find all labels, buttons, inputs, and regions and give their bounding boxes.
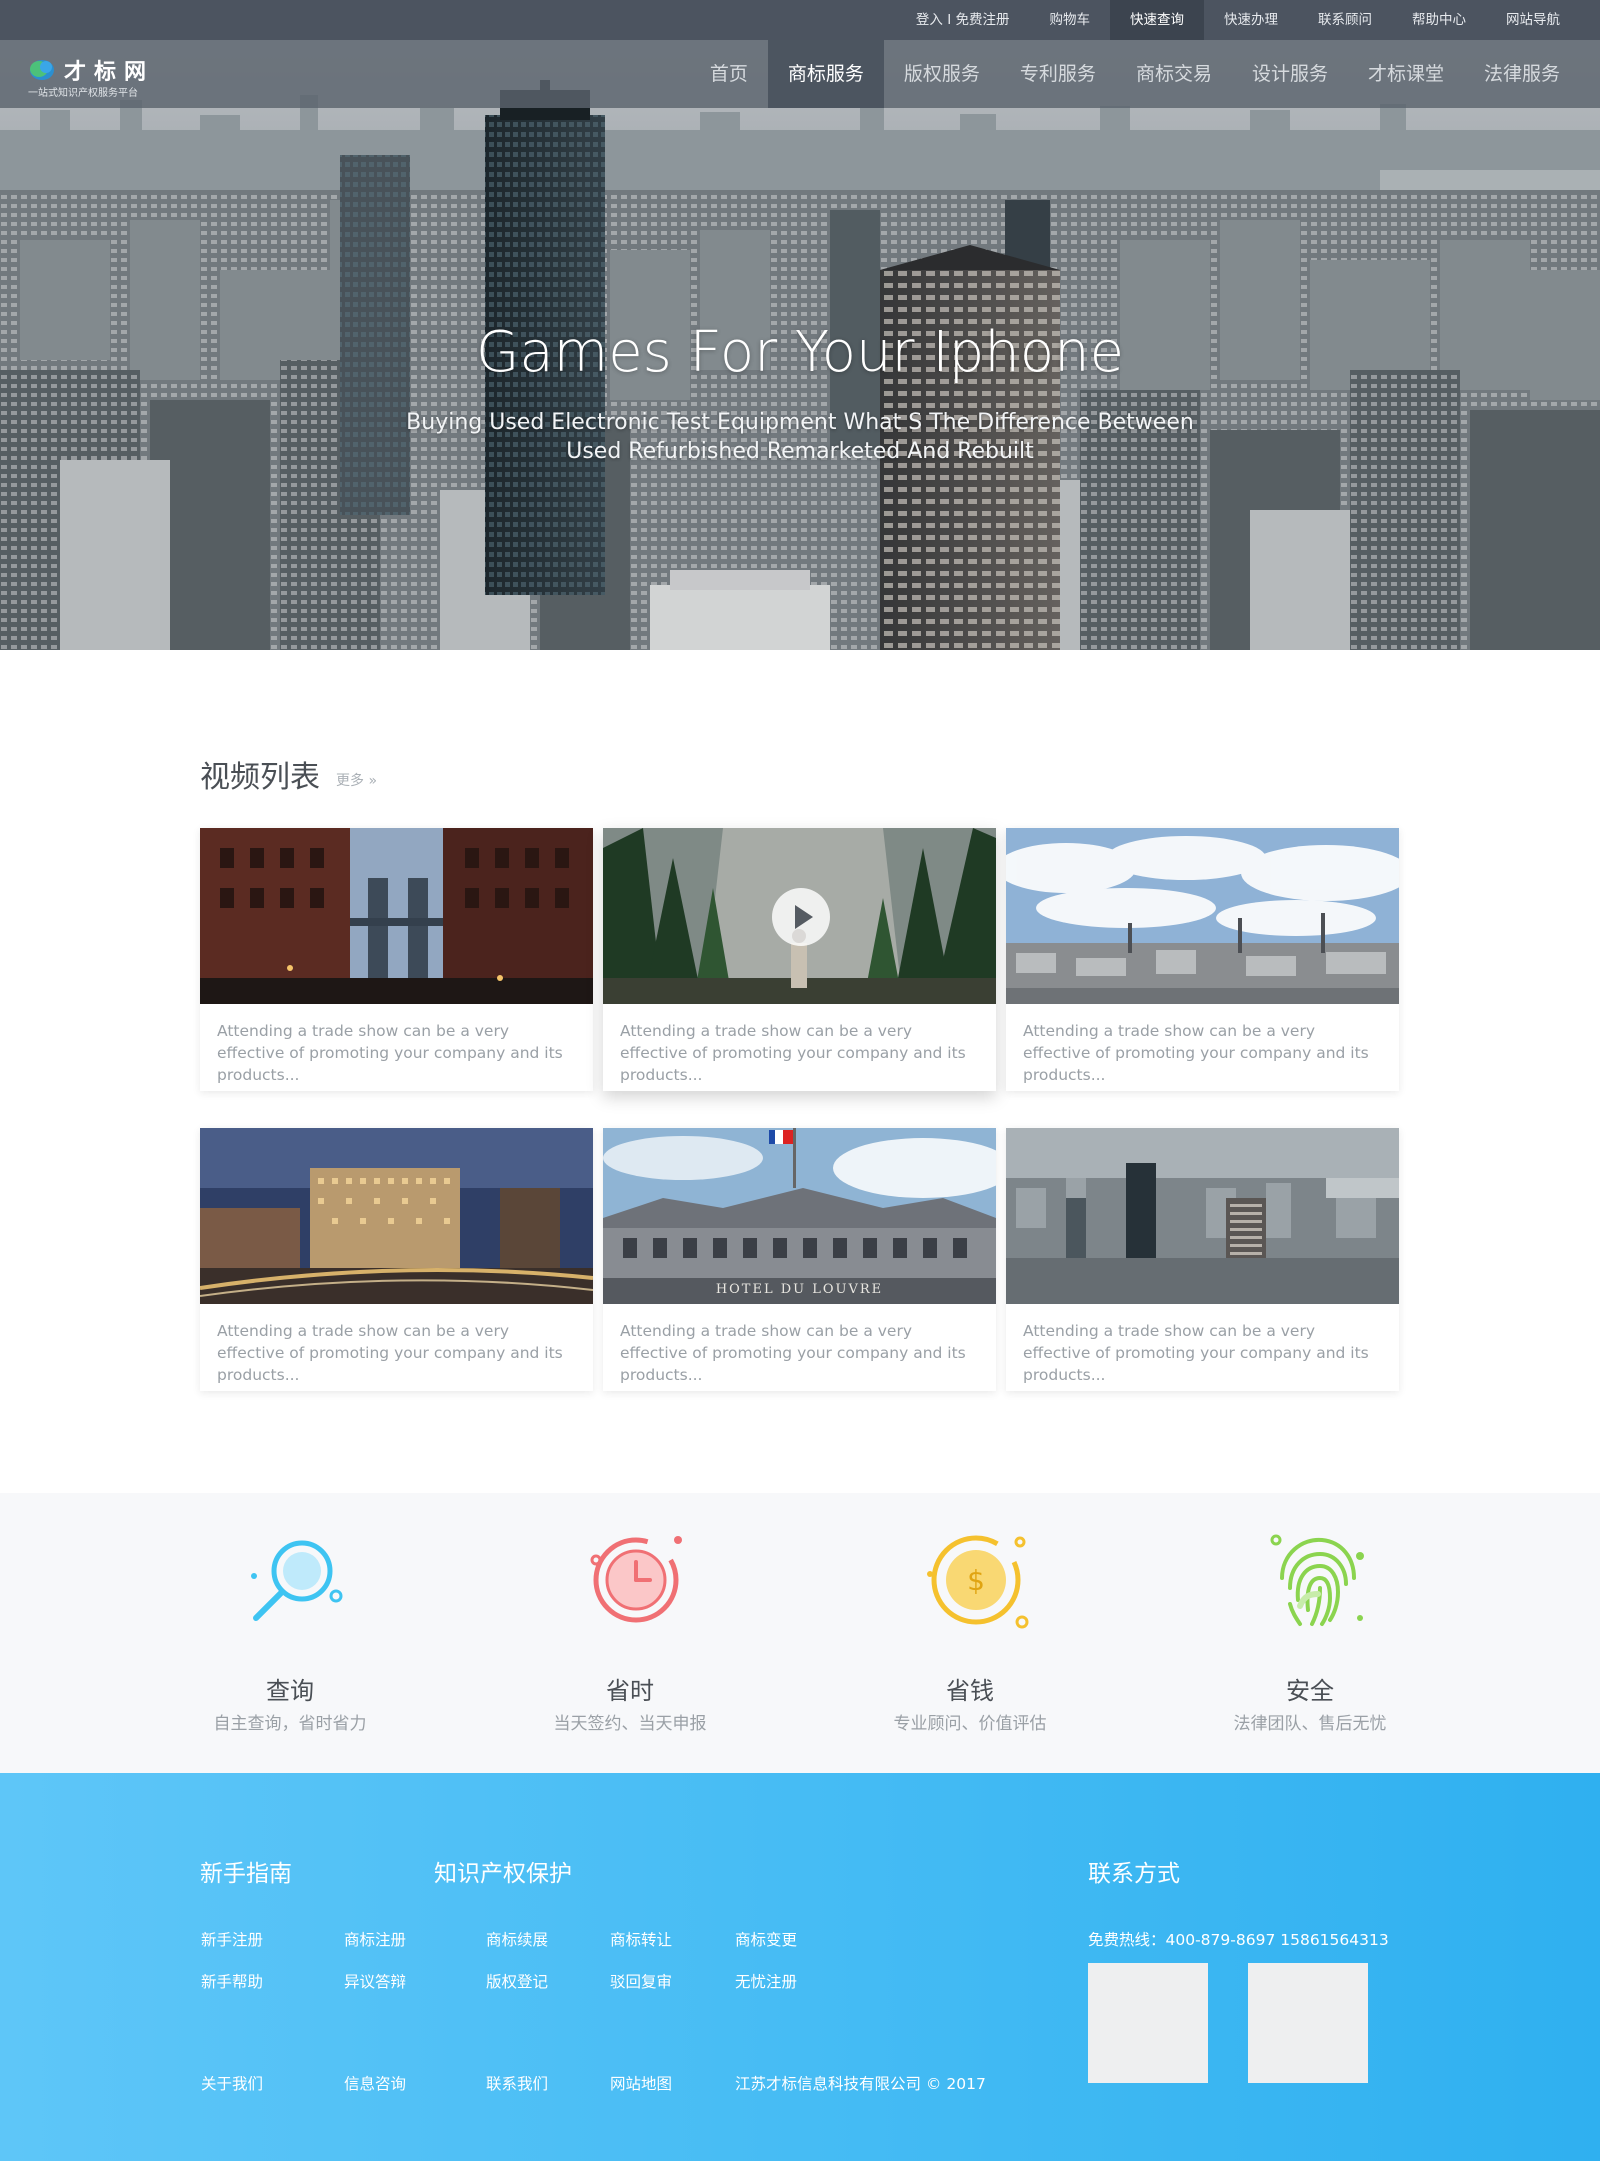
nav-item-copyright[interactable]: 版权服务: [884, 40, 1000, 108]
footer-link-worry-free-register[interactable]: 无忧注册: [735, 1970, 797, 1992]
site-nav-link[interactable]: 网站导航: [1486, 0, 1580, 40]
footer-link-new-register[interactable]: 新手注册: [201, 1928, 263, 1950]
footer-link-about[interactable]: 关于我们: [201, 2072, 263, 2094]
quick-handle-link[interactable]: 快速办理: [1204, 0, 1298, 40]
footer-link-copyright-register[interactable]: 版权登记: [486, 1970, 548, 1992]
contact-advisor-link[interactable]: 联系顾问: [1298, 0, 1392, 40]
footer-copyright: 江苏才标信息科技有限公司 © 2017: [735, 2075, 986, 2093]
footer-link-trademark-transfer[interactable]: 商标转让: [610, 1928, 672, 1950]
video-card[interactable]: Attending a trade show can be a very eff…: [1006, 828, 1399, 1091]
hero-subtitle-line-1: Buying Used Electronic Test Equipment Wh…: [406, 410, 1194, 435]
footer-link-contact[interactable]: 联系我们: [486, 2072, 548, 2094]
video-thumbnail: [1006, 1128, 1399, 1304]
video-more-link[interactable]: 更多 »: [336, 770, 377, 790]
video-card[interactable]: Attending a trade show can be a very eff…: [200, 828, 593, 1091]
footer-link-trademark-renew[interactable]: 商标续展: [486, 1928, 548, 1950]
footer-hotline: 免费热线：400-879-8697 15861564313: [1088, 1931, 1389, 1949]
video-description: Attending a trade show can be a very eff…: [620, 1022, 966, 1084]
help-center-link[interactable]: 帮助中心: [1392, 0, 1486, 40]
video-thumbnail: [1006, 828, 1399, 1004]
feature-save-money: $ 省钱 专业顾问、价值评估: [800, 1493, 1140, 1773]
bridge-street-thumbnail: [200, 828, 593, 1004]
footer-link-rejection-review[interactable]: 驳回复审: [610, 1970, 672, 1992]
hotel-facade-thumbnail: [603, 1128, 996, 1304]
site-footer: 新手指南 知识产权保护 联系方式 新手注册 新手帮助 商标注册 商标续展 商标转…: [0, 1773, 1600, 2161]
video-card[interactable]: Attending a trade show can be a very eff…: [1006, 1128, 1399, 1391]
feature-title: 安全: [1286, 1677, 1334, 1705]
footer-ip-title: 知识产权保护: [434, 1861, 572, 1887]
video-description: Attending a trade show can be a very eff…: [217, 1022, 563, 1084]
video-card[interactable]: Attending a trade show can be a very eff…: [603, 828, 996, 1091]
logo-leaf-icon: [30, 60, 54, 80]
video-thumbnail: [200, 828, 593, 1004]
nav-item-trademark-trade[interactable]: 商标交易: [1116, 40, 1232, 108]
footer-link-new-help[interactable]: 新手帮助: [201, 1970, 263, 1992]
qr-code-2: [1248, 1963, 1368, 2083]
nav-item-trademark[interactable]: 商标服务: [767, 40, 884, 108]
play-icon[interactable]: [772, 888, 830, 946]
feature-subtitle: 自主查询，省时省力: [213, 1714, 367, 1734]
features-section: 查询 自主查询，省时省力 省时 当天签约、当天申报 $ 省钱 专业顾问、价值评估: [0, 1493, 1600, 1773]
hotel-sign: HOTEL DU LOUVRE: [715, 1282, 884, 1297]
footer-link-objection[interactable]: 异议答辩: [344, 1970, 406, 1992]
footer-link-info-consult[interactable]: 信息咨询: [344, 2072, 406, 2094]
footer-link-trademark-register[interactable]: 商标注册: [344, 1928, 406, 1950]
main-nav: 首页 商标服务 版权服务 专利服务 商标交易 设计服务 才标课堂 法律服务: [690, 40, 1580, 108]
main-navbar: 才标网 一站式知识产权服务平台 首页 商标服务 版权服务 专利服务 商标交易 设…: [0, 40, 1600, 108]
footer-link-trademark-change[interactable]: 商标变更: [735, 1928, 797, 1950]
svg-text:$: $: [967, 1564, 985, 1597]
coin-icon: $: [927, 1535, 1029, 1629]
qr-code-1: [1088, 1963, 1208, 2083]
footer-contact-title: 联系方式: [1088, 1861, 1180, 1887]
nav-item-classroom[interactable]: 才标课堂: [1348, 40, 1464, 108]
footer-guide-title: 新手指南: [200, 1861, 292, 1887]
city-skyline-thumbnail: [1006, 1128, 1399, 1304]
feature-title: 省时: [606, 1677, 654, 1705]
fingerprint-icon: [1270, 1534, 1364, 1626]
video-description: Attending a trade show can be a very eff…: [1023, 1322, 1369, 1384]
clock-icon: [590, 1536, 682, 1623]
video-section-title: 视频列表: [200, 760, 320, 795]
nav-item-design[interactable]: 设计服务: [1232, 40, 1348, 108]
video-thumbnail: HOTEL DU LOUVRE: [603, 1128, 996, 1304]
video-thumbnail: [200, 1128, 593, 1304]
feature-title: 查询: [266, 1677, 314, 1705]
login-register-link[interactable]: 登入 I 免费注册: [896, 0, 1030, 40]
cloudy-city-thumbnail: [1006, 828, 1399, 1004]
footer-link-sitemap[interactable]: 网站地图: [610, 2072, 672, 2094]
quick-query-link[interactable]: 快速查询: [1110, 0, 1204, 40]
video-card[interactable]: Attending a trade show can be a very eff…: [200, 1128, 593, 1391]
feature-subtitle: 当天签约、当天申报: [553, 1714, 707, 1734]
feature-title: 省钱: [946, 1677, 994, 1705]
video-thumbnail: [603, 828, 996, 1004]
feature-query: 查询 自主查询，省时省力: [120, 1493, 460, 1773]
feature-save-time: 省时 当天签约、当天申报: [460, 1493, 800, 1773]
logo-name: 才标网: [64, 60, 155, 85]
feature-subtitle: 专业顾问、价值评估: [893, 1714, 1047, 1734]
hero-title: Games For Your Iphone: [475, 320, 1125, 385]
hero-subtitle: Buying Used Electronic Test Equipment Wh…: [400, 408, 1200, 466]
feature-subtitle: 法律团队、售后无忧: [1233, 1714, 1387, 1734]
video-card[interactable]: HOTEL DU LOUVRE Attending a trade show c…: [603, 1128, 996, 1391]
nav-item-home[interactable]: 首页: [690, 40, 768, 108]
top-utility-bar: 登入 I 免费注册 购物车 快速查询 快速办理 联系顾问 帮助中心 网站导航: [0, 0, 1600, 40]
night-street-thumbnail: [200, 1128, 593, 1304]
logo-tagline: 一站式知识产权服务平台: [28, 88, 138, 99]
video-description: Attending a trade show can be a very eff…: [620, 1322, 966, 1384]
utility-links: 登入 I 免费注册 购物车 快速查询 快速办理 联系顾问 帮助中心 网站导航: [896, 0, 1580, 40]
site-logo[interactable]: 才标网 一站式知识产权服务平台: [28, 52, 208, 99]
nav-item-patent[interactable]: 专利服务: [1000, 40, 1116, 108]
video-description: Attending a trade show can be a very eff…: [217, 1322, 563, 1384]
hero-subtitle-line-2: Used Refurbished Remarketed And Rebuilt: [566, 439, 1034, 464]
feature-security: 安全 法律团队、售后无忧: [1140, 1493, 1480, 1773]
video-description: Attending a trade show can be a very eff…: [1023, 1022, 1369, 1084]
cart-link[interactable]: 购物车: [1030, 0, 1111, 40]
nav-item-legal[interactable]: 法律服务: [1464, 40, 1580, 108]
magnifier-icon: [251, 1540, 343, 1621]
